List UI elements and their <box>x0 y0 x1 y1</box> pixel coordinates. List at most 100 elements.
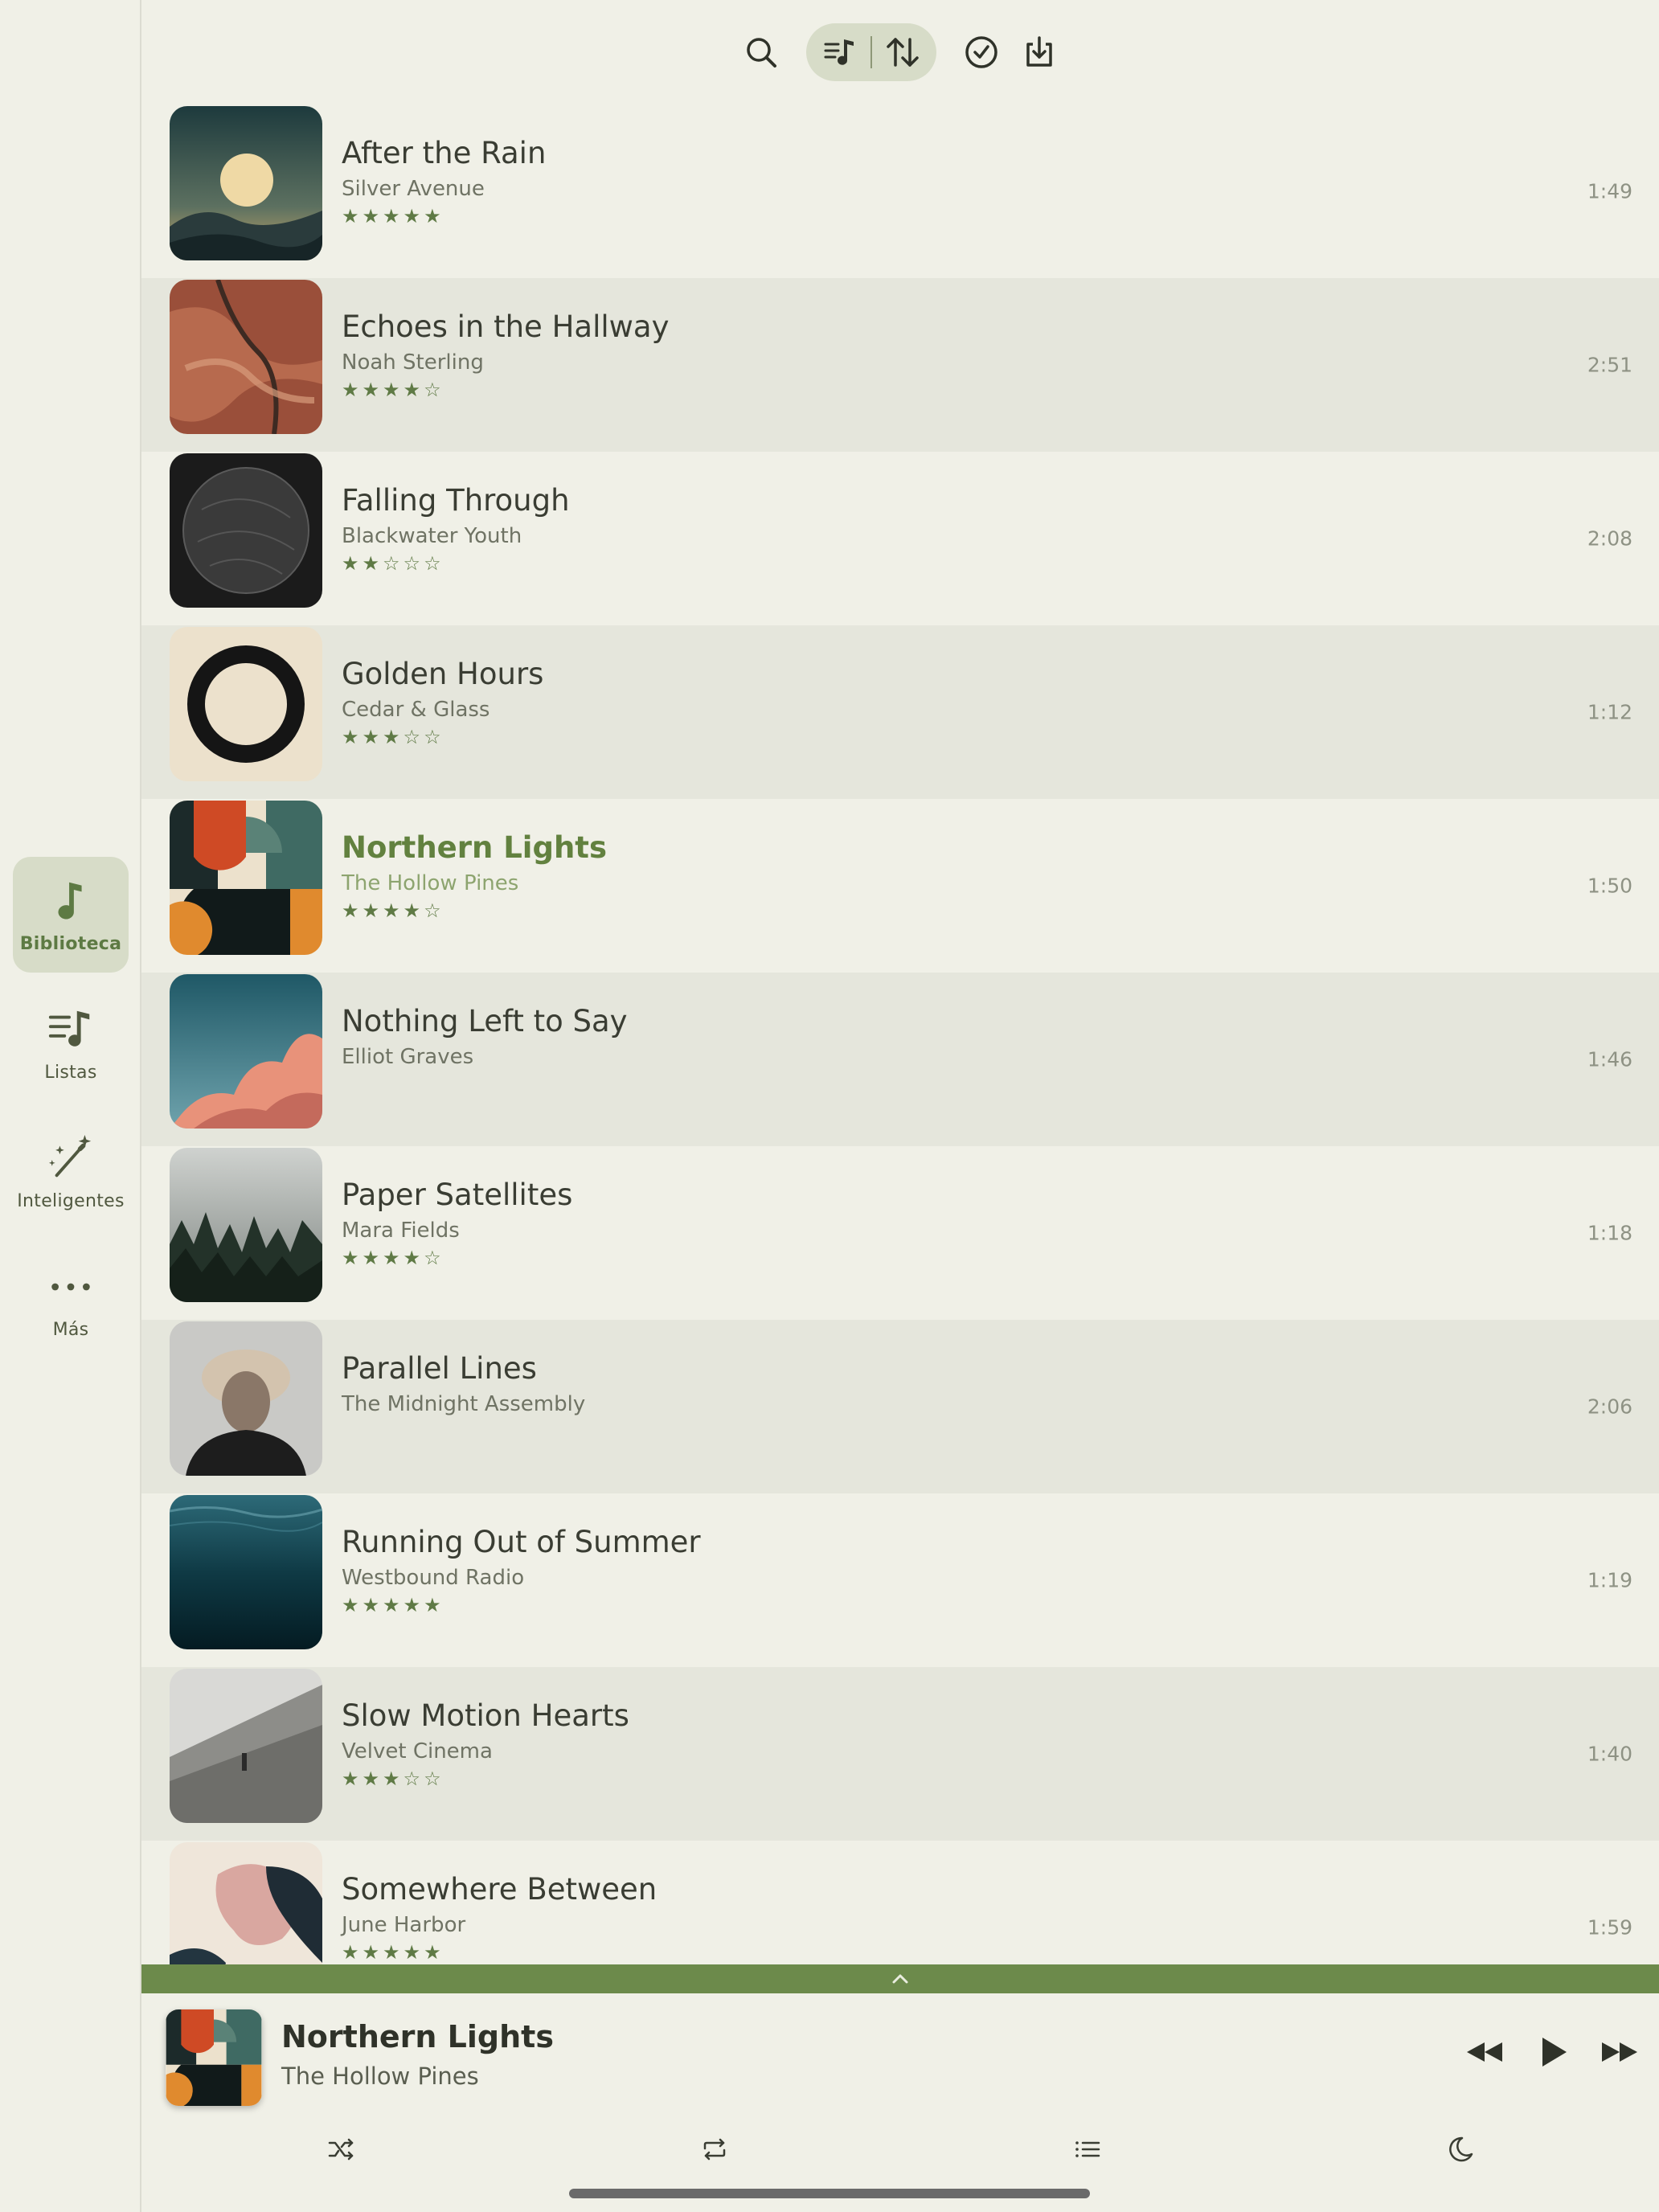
album-art-image <box>170 453 322 608</box>
album-art-image <box>170 974 322 1129</box>
filter-sort-group <box>806 23 936 81</box>
home-indicator[interactable] <box>569 2189 1090 2198</box>
song-duration: 1:12 <box>1587 700 1632 724</box>
song-artist: June Harbor <box>342 1913 466 1937</box>
repeat-button[interactable] <box>692 2127 737 2172</box>
song-row[interactable]: Slow Motion Hearts Velvet Cinema ★★★☆☆ 1… <box>141 1667 1659 1841</box>
play-button[interactable] <box>1529 2029 1575 2075</box>
song-title: Somewhere Between <box>342 1872 657 1907</box>
album-art <box>170 453 322 608</box>
song-rating: ★★★★★ <box>342 205 444 227</box>
song-duration: 1:18 <box>1587 1221 1632 1245</box>
album-art-image <box>170 627 322 781</box>
album-art <box>170 1321 322 1476</box>
album-art <box>170 1148 322 1302</box>
rewind-button[interactable] <box>1461 2029 1508 2075</box>
song-artist: The Hollow Pines <box>342 871 519 895</box>
song-title: Slow Motion Hearts <box>342 1698 629 1733</box>
song-row[interactable]: Parallel Lines The Midnight Assembly 2:0… <box>141 1320 1659 1493</box>
magic-wand-icon <box>48 1134 92 1177</box>
album-art <box>170 627 322 781</box>
song-info: Paper Satellites Mara Fields ★★★★☆ <box>342 1177 572 1270</box>
player-expand-handle[interactable] <box>141 1964 1659 1993</box>
now-playing-title[interactable]: Northern Lights <box>281 2019 554 2054</box>
playlist-filter-icon <box>824 39 854 65</box>
song-info: Golden Hours Cedar & Glass ★★★☆☆ <box>342 656 543 749</box>
sidebar-item-label: Más <box>52 1319 89 1340</box>
song-title: Falling Through <box>342 483 570 518</box>
playlist-filter-button[interactable] <box>816 23 864 81</box>
download-button[interactable] <box>1010 23 1068 81</box>
song-artist: Westbound Radio <box>342 1566 525 1590</box>
song-list[interactable]: After the Rain Silver Avenue ★★★★★ 1:49 … <box>141 104 1659 1964</box>
sidebar-item-label: Biblioteca <box>19 933 122 954</box>
song-rating: ★★★★★ <box>342 1941 444 1964</box>
song-duration: 2:08 <box>1587 526 1632 551</box>
song-rating: ★★★☆☆ <box>342 1768 444 1790</box>
song-row[interactable]: Running Out of Summer Westbound Radio ★★… <box>141 1493 1659 1667</box>
song-row[interactable]: Nothing Left to Say Elliot Graves 1:46 <box>141 973 1659 1146</box>
song-row[interactable]: Echoes in the Hallway Noah Sterling ★★★★… <box>141 278 1659 452</box>
sidebar-item-label: Listas <box>44 1062 97 1083</box>
playback-controls <box>1461 2029 1643 2075</box>
song-row[interactable]: Somewhere Between June Harbor ★★★★★ 1:59 <box>141 1841 1659 1964</box>
album-art <box>170 801 322 955</box>
shuffle-button[interactable] <box>319 2127 364 2172</box>
download-icon <box>1026 36 1052 67</box>
sidebar-item-biblioteca[interactable]: Biblioteca <box>13 857 129 973</box>
sidebar-item-label: Inteligentes <box>17 1190 125 1211</box>
sleep-timer-moon-icon <box>1449 2136 1473 2162</box>
sort-icon <box>887 38 919 67</box>
song-info: Northern Lights The Hollow Pines ★★★★☆ <box>342 830 607 923</box>
song-title: Nothing Left to Say <box>342 1004 628 1038</box>
play-icon <box>1542 2038 1567 2067</box>
song-info: Nothing Left to Say Elliot Graves <box>342 1003 628 1072</box>
sidebar-item-inteligentes[interactable]: Inteligentes <box>13 1114 129 1230</box>
sort-button[interactable] <box>879 23 927 81</box>
album-art <box>170 974 322 1129</box>
song-duration: 2:51 <box>1587 353 1632 377</box>
song-info: Parallel Lines The Midnight Assembly <box>342 1350 585 1419</box>
repeat-icon <box>703 2138 726 2161</box>
song-artist: Mara Fields <box>342 1219 460 1243</box>
album-art-image <box>166 2009 262 2106</box>
song-info: Echoes in the Hallway Noah Sterling ★★★★… <box>342 309 669 402</box>
song-row[interactable]: Falling Through Blackwater Youth ★★☆☆☆ 2… <box>141 452 1659 625</box>
sidebar: Biblioteca Listas Inteligentes Más <box>0 0 141 2212</box>
fast-forward-button[interactable] <box>1596 2029 1643 2075</box>
search-button[interactable] <box>732 23 790 81</box>
song-duration: 1:40 <box>1587 1742 1632 1766</box>
song-title: Paper Satellites <box>342 1178 573 1212</box>
toolbar-divider <box>870 36 872 68</box>
song-rating: ★★☆☆☆ <box>342 552 444 575</box>
rewind-icon <box>1467 2042 1502 2062</box>
sleep-timer-button[interactable] <box>1438 2127 1483 2172</box>
song-rating: ★★★★☆ <box>342 379 444 401</box>
song-title: After the Rain <box>342 136 547 170</box>
song-info: Running Out of Summer Westbound Radio ★★… <box>342 1524 701 1617</box>
shuffle-icon <box>328 2138 354 2161</box>
select-button[interactable] <box>952 23 1010 81</box>
song-title: Parallel Lines <box>342 1351 537 1386</box>
music-note-icon <box>58 882 82 920</box>
song-info: Somewhere Between June Harbor ★★★★★ <box>342 1871 657 1964</box>
now-playing-art[interactable] <box>166 2009 262 2106</box>
album-art-image <box>170 1669 322 1823</box>
album-art-image <box>170 1321 322 1476</box>
album-art-image <box>170 1842 322 1964</box>
song-artist: Elliot Graves <box>342 1045 474 1069</box>
song-row-playing[interactable]: Northern Lights The Hollow Pines ★★★★☆ 1… <box>141 799 1659 973</box>
album-art-image <box>170 801 322 955</box>
more-dots-icon <box>51 1283 90 1290</box>
song-artist: The Midnight Assembly <box>342 1392 586 1416</box>
song-row[interactable]: After the Rain Silver Avenue ★★★★★ 1:49 <box>141 104 1659 278</box>
song-rating: ★★★★★ <box>342 1594 444 1616</box>
song-row[interactable]: Paper Satellites Mara Fields ★★★★☆ 1:18 <box>141 1146 1659 1320</box>
song-duration: 1:59 <box>1587 1915 1632 1940</box>
queue-button[interactable] <box>1065 2127 1110 2172</box>
select-check-icon <box>965 36 997 68</box>
sidebar-item-mas[interactable]: Más <box>13 1243 129 1358</box>
song-row[interactable]: Golden Hours Cedar & Glass ★★★☆☆ 1:12 <box>141 625 1659 799</box>
sidebar-item-listas[interactable]: Listas <box>13 985 129 1101</box>
song-rating: ★★★☆☆ <box>342 726 444 748</box>
